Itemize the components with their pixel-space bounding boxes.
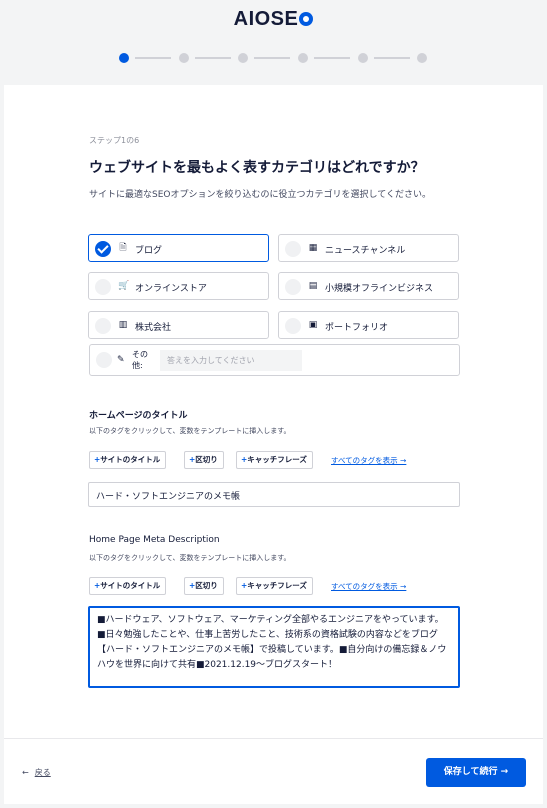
step-connector [135, 57, 171, 59]
step-dot-1 [119, 53, 129, 63]
step-connector [374, 57, 410, 59]
logo-text: AIOSE [233, 8, 299, 30]
document-icon: 🗎 [119, 243, 127, 253]
category-label: 小規模オフラインビジネス [325, 284, 434, 294]
category-option-corporation[interactable]: ▥ 株式会社 [88, 311, 269, 339]
step-dot-2 [179, 53, 189, 63]
category-option-small-business[interactable]: ▤ 小規模オフラインビジネス [278, 272, 459, 300]
category-label: ポートフォリオ [325, 323, 389, 333]
home-title-desc: 以下のタグをクリックして、変数をテンプレートに挿入します。 [89, 427, 291, 435]
view-all-tags-link[interactable]: すべてのタグを表示 → [331, 581, 406, 592]
logo-gear-icon [299, 12, 314, 26]
step-dot-4 [298, 53, 308, 63]
check-icon [95, 241, 111, 257]
radio-circle [95, 318, 111, 334]
category-option-news[interactable]: ▦ ニュースチャンネル [278, 234, 459, 262]
home-title-heading: ホームページのタイトル [89, 411, 188, 421]
tag-separator-button[interactable]: +区切り [184, 577, 224, 595]
category-label: 株式会社 [135, 323, 172, 333]
tag-tagline-button[interactable]: +キャッチフレーズ [236, 577, 313, 595]
radio-circle [285, 241, 301, 257]
step-dot-5 [358, 53, 368, 63]
category-label: ニュースチャンネル [325, 246, 406, 256]
step-label: ステップ1の6 [89, 136, 140, 145]
cart-icon: 🛒 [118, 281, 130, 291]
calendar-icon: ▦ [308, 243, 318, 253]
category-label: オンラインストア [135, 284, 207, 294]
step-connector [254, 57, 290, 59]
other-label: その他: [132, 350, 148, 370]
meta-description-textarea[interactable]: ■ハードウェア、ソフトウェア、マーケティング全部やるエンジニアをやっています。■… [88, 606, 460, 688]
category-option-online-store[interactable]: 🛒 オンラインストア [88, 272, 269, 300]
save-and-continue-button[interactable]: 保存して続行 → [426, 758, 526, 787]
tag-separator-button[interactable]: +区切り [184, 451, 224, 469]
tag-site-title-button[interactable]: +サイトのタイトル [89, 577, 167, 595]
tag-site-title-button[interactable]: +サイトのタイトル [89, 451, 167, 469]
page-subtitle: サイトに最適なSEOオプションを絞り込むのに役立つカテゴリを選択してください。 [89, 190, 431, 200]
gallery-icon: ▣ [308, 320, 318, 330]
radio-circle [285, 318, 301, 334]
aioseo-logo: AIOSE [0, 8, 547, 31]
radio-circle [96, 352, 112, 368]
meta-desc-heading: Home Page Meta Description [89, 535, 220, 545]
step-connector [195, 57, 231, 59]
store-icon: ▤ [308, 281, 318, 291]
category-option-blog[interactable]: 🗎 ブログ [88, 234, 269, 262]
home-title-input[interactable]: ハード・ソフトエンジニアのメモ帳 [88, 482, 460, 507]
step-progress [119, 52, 429, 64]
radio-circle [285, 279, 301, 295]
back-link[interactable]: ← 戻る [22, 767, 51, 778]
tag-tagline-button[interactable]: +キャッチフレーズ [236, 451, 313, 469]
step-dot-6 [417, 53, 427, 63]
arrow-left-icon: ← [22, 768, 29, 777]
other-input[interactable] [160, 350, 302, 371]
pencil-icon: ✎ [117, 355, 125, 365]
category-label: ブログ [135, 246, 163, 256]
step-dot-3 [238, 53, 248, 63]
step-connector [314, 57, 350, 59]
page-title: ウェブサイトを最もよく表すカテゴリはどれですか？ [89, 160, 425, 176]
building-icon: ▥ [118, 320, 128, 330]
category-option-portfolio[interactable]: ▣ ポートフォリオ [278, 311, 459, 339]
meta-desc-desc: 以下のタグをクリックして、変数をテンプレートに挿入します。 [89, 554, 291, 562]
category-option-other[interactable]: ✎ その他: [89, 344, 460, 376]
back-label: 戻る [34, 768, 51, 777]
view-all-tags-link[interactable]: すべてのタグを表示 → [331, 455, 406, 466]
radio-circle [95, 279, 111, 295]
